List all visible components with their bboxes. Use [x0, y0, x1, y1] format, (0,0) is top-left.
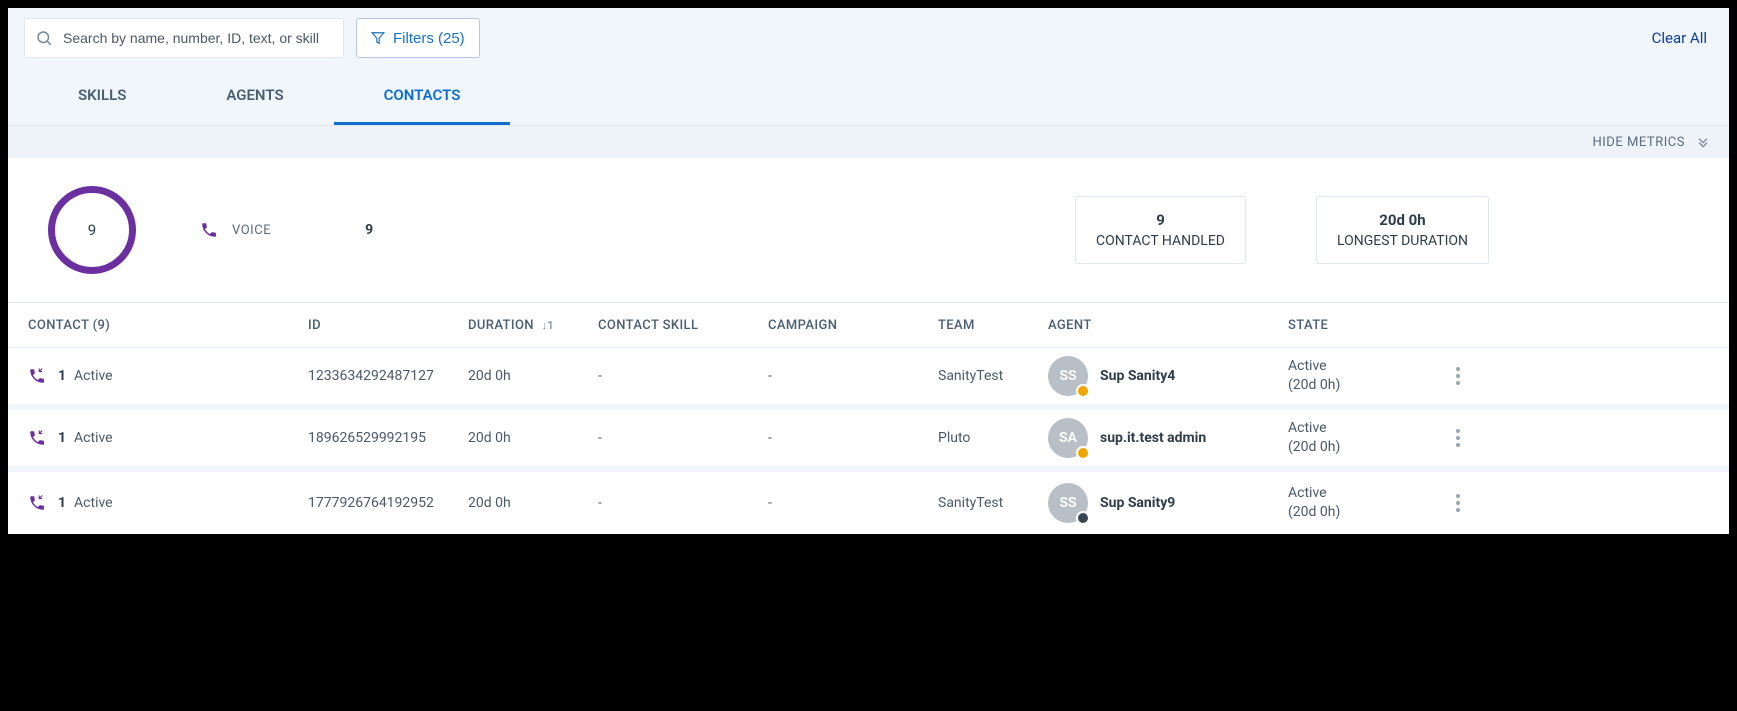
contact-count: 1	[58, 430, 66, 446]
col-id[interactable]: ID	[308, 318, 468, 333]
col-agent[interactable]: AGENT	[1048, 318, 1288, 333]
agent-name: Sup Sanity4	[1100, 368, 1175, 384]
state-detail: (20d 0h)	[1288, 503, 1438, 522]
state-value: Active	[1288, 419, 1438, 438]
cell-campaign: -	[768, 495, 938, 511]
phone-inbound-icon	[28, 494, 46, 512]
cell-team: SanityTest	[938, 495, 1048, 511]
chevron-double-down-icon	[1695, 134, 1711, 150]
row-actions-menu[interactable]	[1438, 423, 1478, 453]
avatar: SA	[1048, 418, 1088, 458]
total-count: 9	[88, 221, 96, 239]
phone-inbound-icon	[28, 367, 46, 385]
tab-strip: SKILLS AGENTS CONTACTS	[8, 68, 1729, 126]
cell-id: 1233634292487127	[308, 368, 468, 384]
search-box[interactable]	[24, 18, 344, 58]
cell-team: Pluto	[938, 430, 1048, 446]
handled-label: CONTACT HANDLED	[1096, 233, 1225, 249]
contact-state-label: Active	[74, 495, 113, 511]
state-value: Active	[1288, 484, 1438, 503]
avatar-initials: SS	[1059, 495, 1076, 511]
tab-skills[interactable]: SKILLS	[28, 68, 176, 125]
metrics-panel: 9 VOICE 9 9 CONTACT HANDLED 20d 0h LONGE…	[8, 158, 1729, 302]
metric-card-longest: 20d 0h LONGEST DURATION	[1316, 196, 1489, 264]
col-campaign[interactable]: CAMPAIGN	[768, 318, 938, 333]
row-actions-menu[interactable]	[1438, 361, 1478, 391]
longest-label: LONGEST DURATION	[1337, 233, 1468, 249]
table-row[interactable]: 1 Active 189626529992195 20d 0h - - Plut…	[8, 410, 1729, 472]
filter-icon	[371, 31, 385, 45]
table-row[interactable]: 1 Active 1233634292487127 20d 0h - - San…	[8, 348, 1729, 410]
cell-duration: 20d 0h	[468, 495, 598, 511]
avatar: SS	[1048, 483, 1088, 523]
table-header: CONTACT (9) ID DURATION ↓1 CONTACT SKILL…	[8, 302, 1729, 348]
tab-agents[interactable]: AGENTS	[176, 68, 333, 125]
sort-indicator: ↓1	[542, 319, 555, 332]
state-detail: (20d 0h)	[1288, 376, 1438, 395]
avatar-initials: SS	[1059, 368, 1076, 384]
clear-all-link[interactable]: Clear All	[1652, 29, 1713, 47]
state-value: Active	[1288, 357, 1438, 376]
voice-count: 9	[365, 222, 373, 238]
voice-label: VOICE	[232, 223, 271, 238]
col-contact[interactable]: CONTACT (9)	[28, 318, 308, 333]
col-team[interactable]: TEAM	[938, 318, 1048, 333]
cell-id: 1777926764192952	[308, 495, 468, 511]
phone-icon	[200, 221, 218, 239]
tab-contacts[interactable]: CONTACTS	[334, 68, 511, 125]
col-state[interactable]: STATE	[1288, 318, 1438, 333]
search-icon	[35, 29, 53, 47]
total-ring: 9	[48, 186, 136, 274]
cell-skill: -	[598, 368, 768, 384]
cell-team: SanityTest	[938, 368, 1048, 384]
filters-label: Filters (25)	[393, 30, 465, 47]
cell-duration: 20d 0h	[468, 368, 598, 384]
cell-campaign: -	[768, 430, 938, 446]
cell-duration: 20d 0h	[468, 430, 598, 446]
cell-id: 189626529992195	[308, 430, 468, 446]
col-skill[interactable]: CONTACT SKILL	[598, 318, 768, 333]
avatar-initials: SA	[1059, 430, 1077, 446]
col-duration[interactable]: DURATION ↓1	[468, 318, 598, 333]
status-badge	[1076, 511, 1090, 525]
contact-count: 1	[58, 495, 66, 511]
contact-state-label: Active	[74, 430, 113, 446]
voice-metric: VOICE 9	[200, 221, 373, 239]
handled-value: 9	[1096, 211, 1225, 229]
agent-name: sup.it.test admin	[1100, 430, 1206, 446]
agent-name: Sup Sanity9	[1100, 495, 1175, 511]
cell-campaign: -	[768, 368, 938, 384]
hide-metrics-toggle[interactable]: HIDE METRICS	[1592, 135, 1685, 150]
search-input[interactable]	[61, 29, 333, 47]
status-badge	[1076, 446, 1090, 460]
contacts-table: CONTACT (9) ID DURATION ↓1 CONTACT SKILL…	[8, 302, 1729, 534]
table-row[interactable]: 1 Active 1777926764192952 20d 0h - - San…	[8, 472, 1729, 534]
contact-state-label: Active	[74, 368, 113, 384]
phone-inbound-icon	[28, 429, 46, 447]
state-detail: (20d 0h)	[1288, 438, 1438, 457]
longest-value: 20d 0h	[1337, 211, 1468, 229]
contact-count: 1	[58, 368, 66, 384]
avatar: SS	[1048, 356, 1088, 396]
status-badge	[1076, 384, 1090, 398]
cell-skill: -	[598, 495, 768, 511]
row-actions-menu[interactable]	[1438, 488, 1478, 518]
metric-card-handled: 9 CONTACT HANDLED	[1075, 196, 1246, 264]
filters-button[interactable]: Filters (25)	[356, 18, 480, 58]
cell-skill: -	[598, 430, 768, 446]
